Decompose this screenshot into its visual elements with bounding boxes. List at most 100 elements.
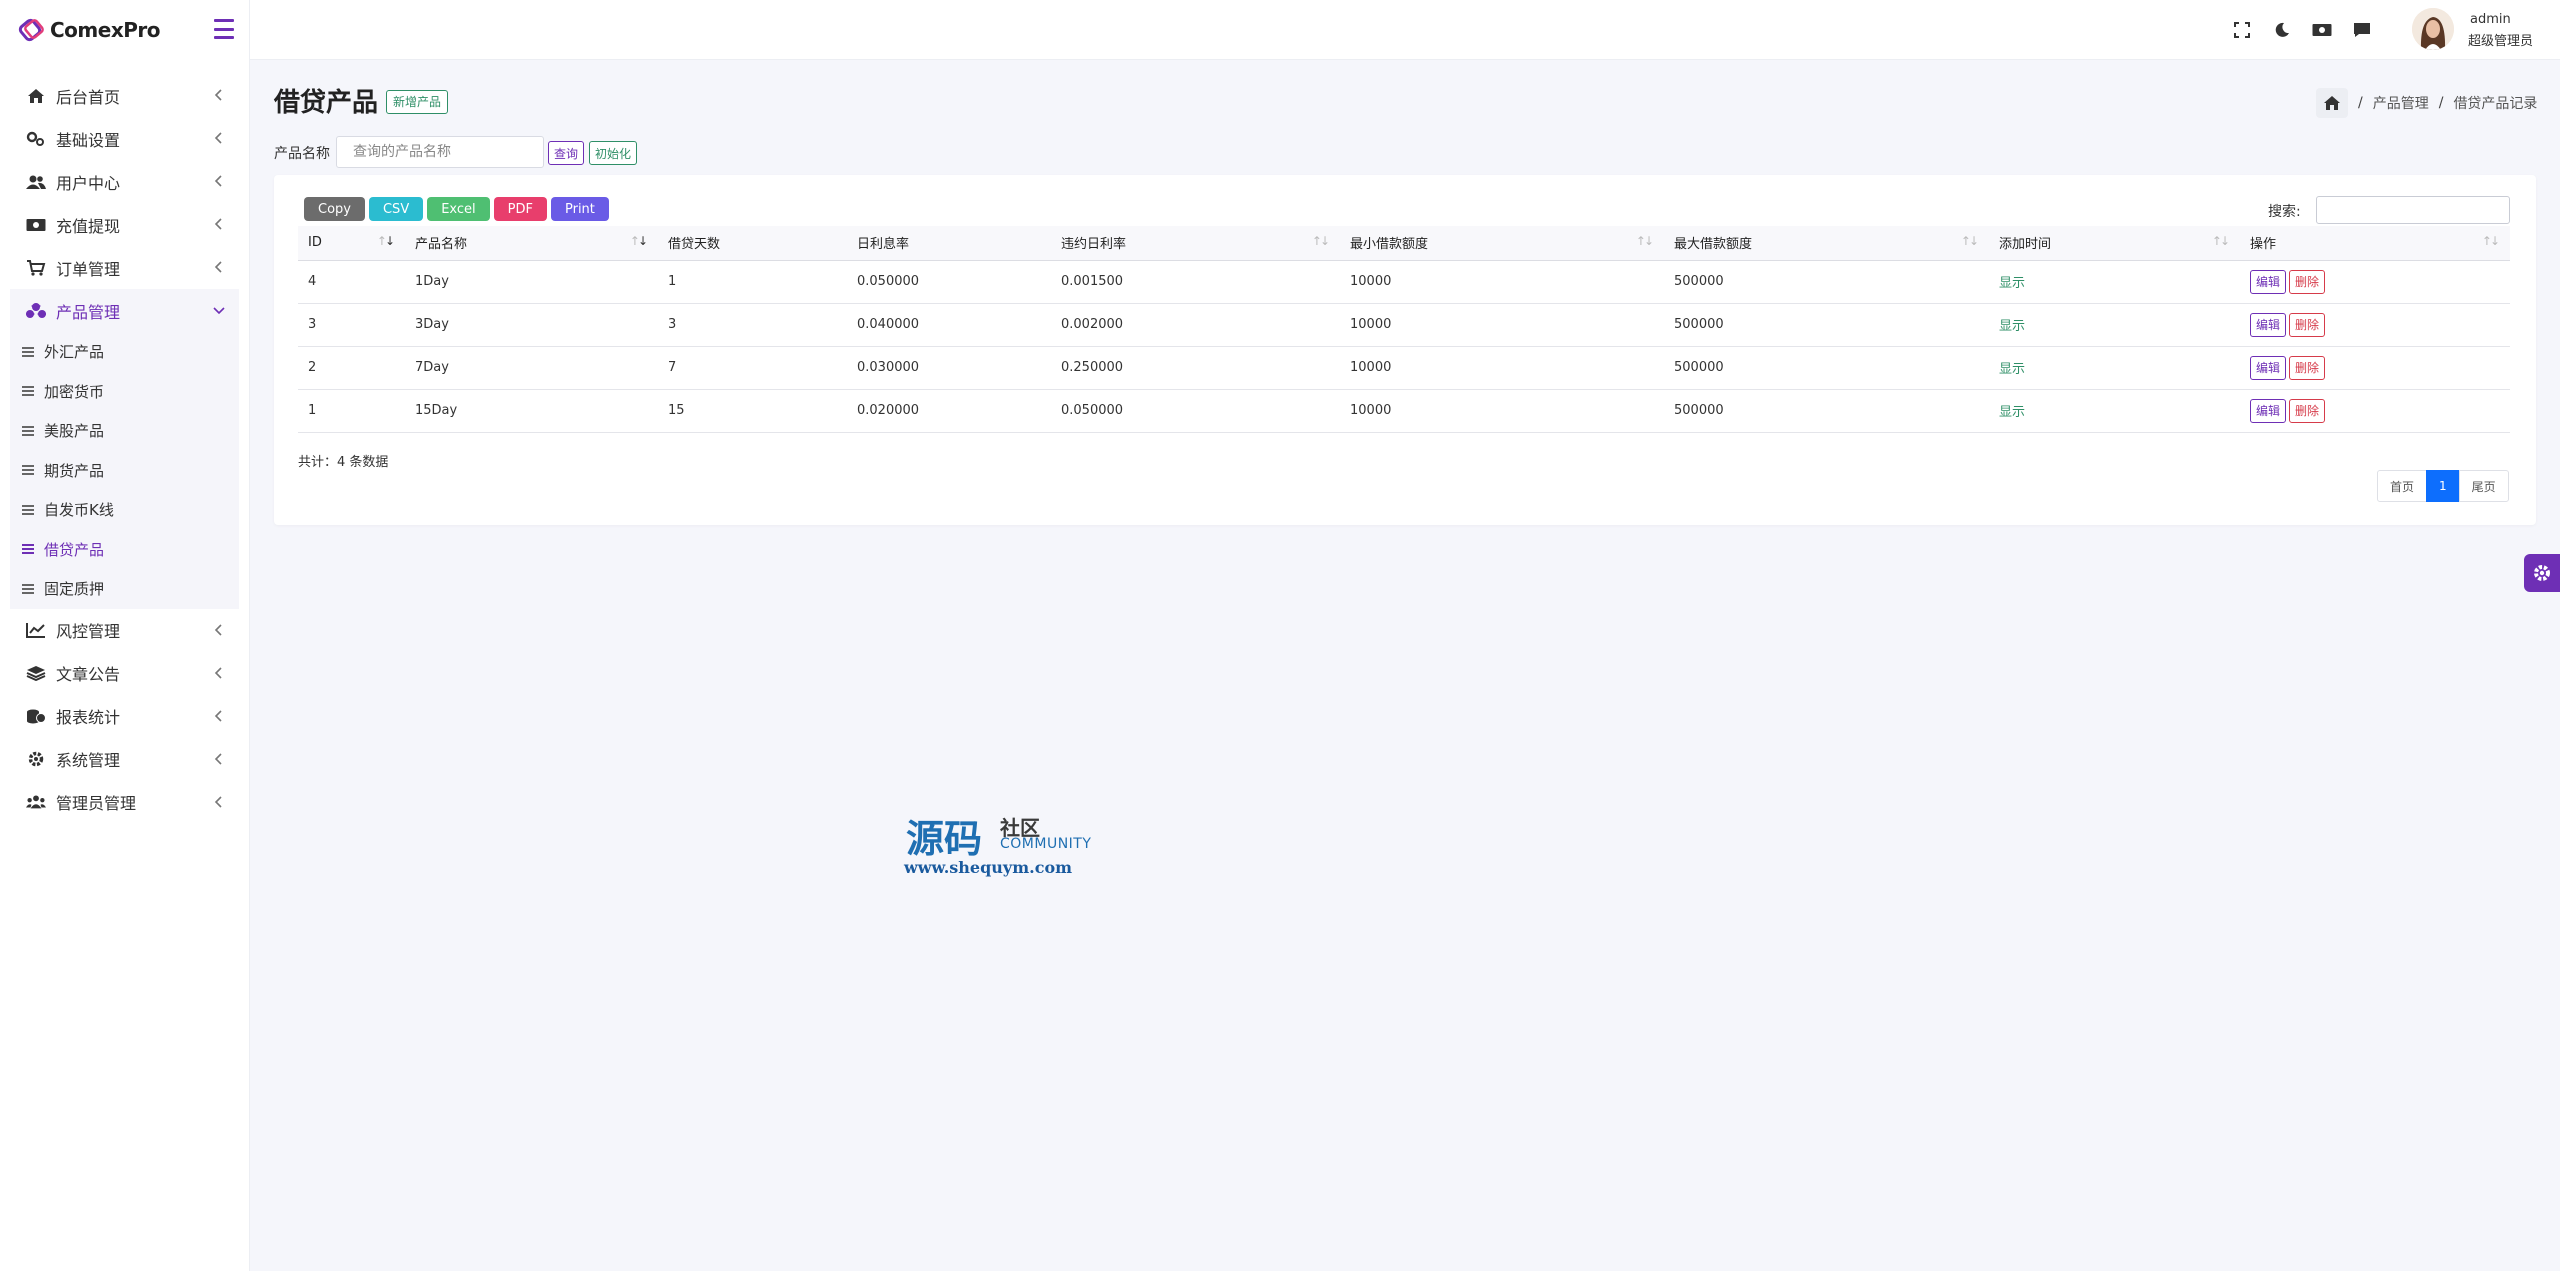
sidebar-item-articles[interactable]: 文章公告 [0, 652, 249, 695]
copy-button[interactable]: Copy [304, 197, 365, 221]
list-icon [22, 346, 34, 357]
sidebar-subitem-futures[interactable]: 期货产品 [10, 451, 239, 491]
column-header-name[interactable]: 产品名称 ↑↓ [405, 226, 658, 261]
sort-icon[interactable]: ↑↓ [377, 234, 395, 248]
sidebar-item-label: 管理员管理 [56, 794, 137, 813]
sidebar-item-reports[interactable]: 报表统计 [0, 695, 249, 738]
money-bill-icon[interactable] [2312, 20, 2332, 40]
sidebar-subitem-us-stocks[interactable]: 美股产品 [10, 411, 239, 451]
cell-name: 3Day [405, 303, 658, 347]
sidebar-item-products[interactable]: 产品管理 [10, 289, 239, 332]
column-header-actions[interactable]: 操作 ↑↓ [2240, 226, 2510, 261]
chevron-left-icon [214, 709, 222, 722]
sidebar-item-label: 风控管理 [56, 622, 121, 641]
column-header-penalty[interactable]: 违约日利率 ↑↓ [1051, 226, 1340, 261]
sort-icon[interactable]: ↑↓ [1961, 234, 1979, 248]
home-icon[interactable] [2316, 88, 2348, 118]
column-header-added-time[interactable]: 添加时间 ↑↓ [1989, 226, 2240, 261]
cell-name: 7Day [405, 346, 658, 390]
column-header-min[interactable]: 最小借款额度 ↑↓ [1340, 226, 1664, 261]
cell-days: 1 [658, 260, 847, 304]
csv-button[interactable]: CSV [368, 197, 424, 221]
sidebar-subitem-label: 加密货币 [44, 382, 105, 401]
coins-icon [26, 707, 46, 725]
chevron-left-icon [214, 89, 222, 101]
edit-button[interactable]: 编辑 [2250, 355, 2287, 380]
fullscreen-icon[interactable] [2232, 20, 2252, 40]
cell-max: 500000 [1664, 346, 1989, 390]
delete-button[interactable]: 删除 [2289, 355, 2326, 380]
sidebar-item-system[interactable]: 系统管理 [0, 738, 249, 781]
cell-id: 2 [298, 346, 405, 390]
list-icon [22, 425, 34, 436]
query-button[interactable]: 查询 [548, 141, 585, 165]
brand-logo-icon [18, 16, 46, 44]
column-header-days[interactable]: 借贷天数 [658, 226, 847, 261]
cell-max: 500000 [1664, 260, 1989, 304]
message-icon[interactable] [2352, 20, 2372, 40]
delete-button[interactable]: 删除 [2289, 312, 2326, 337]
cell-actions: 编辑 删除 [2240, 260, 2510, 304]
edit-button[interactable]: 编辑 [2250, 312, 2287, 337]
product-name-input[interactable] [336, 136, 544, 168]
cell-rate: 0.030000 [847, 346, 1051, 390]
page-button-current[interactable]: 1 [2426, 470, 2460, 502]
table-row: 4 1Day 1 0.050000 0.001500 10000 500000 … [298, 260, 2510, 304]
sidebar-subitem-own-coin-kline[interactable]: 自发币K线 [10, 490, 239, 530]
sidebar-item-dashboard[interactable]: 后台首页 [0, 74, 249, 117]
sort-icon[interactable]: ↑↓ [2482, 234, 2500, 248]
edit-button[interactable]: 编辑 [2250, 398, 2287, 423]
sidebar-item-label: 订单管理 [56, 259, 121, 279]
sidebar-item-admins[interactable]: 管理员管理 [0, 781, 249, 824]
add-product-button[interactable]: 新增产品 [386, 90, 449, 114]
edit-button[interactable]: 编辑 [2250, 269, 2287, 294]
sidebar-item-label: 报表统计 [56, 708, 121, 727]
sidebar-item-recharge[interactable]: 充值提现 [0, 203, 249, 246]
sort-icon[interactable]: ↑↓ [1312, 234, 1330, 248]
menu-toggle-icon[interactable] [214, 19, 234, 39]
column-header-label: 产品名称 [415, 237, 468, 253]
breadcrumb-item-products[interactable]: 产品管理 [2373, 93, 2429, 113]
sidebar-subitem-forex[interactable]: 外汇产品 [10, 332, 239, 372]
dark-mode-moon-icon[interactable] [2272, 20, 2292, 40]
chevron-left-icon [214, 752, 222, 765]
delete-button[interactable]: 删除 [2289, 269, 2326, 294]
column-header-id[interactable]: ID ↑↓ [298, 226, 405, 261]
pdf-button[interactable]: PDF [493, 197, 547, 221]
print-button[interactable]: Print [550, 197, 609, 221]
column-header-rate[interactable]: 日利息率 [847, 226, 1051, 261]
cell-status: 显示 [1989, 346, 2240, 390]
sidebar-item-risk-control[interactable]: 风控管理 [0, 609, 249, 652]
sort-icon[interactable]: ↑↓ [2212, 234, 2230, 248]
search-input[interactable] [2316, 196, 2510, 224]
cell-min: 10000 [1340, 389, 1664, 433]
watermark-text: COMMUNITY [1000, 836, 1092, 852]
avatar[interactable] [2412, 8, 2454, 50]
column-header-label: 违约日利率 [1061, 237, 1127, 253]
delete-button[interactable]: 删除 [2289, 398, 2326, 423]
reset-button[interactable]: 初始化 [589, 141, 638, 165]
sidebar-item-basic-settings[interactable]: 基础设置 [0, 117, 249, 160]
cell-min: 10000 [1340, 260, 1664, 304]
breadcrumb: / 产品管理 / 借贷产品记录 [2316, 88, 2537, 118]
column-header-max[interactable]: 最大借款额度 ↑↓ [1664, 226, 1989, 261]
table-row: 2 7Day 7 0.030000 0.250000 10000 500000 … [298, 346, 2510, 390]
list-icon [22, 504, 34, 515]
brand[interactable]: ComexPro [0, 0, 249, 60]
cell-rate: 0.040000 [847, 303, 1051, 347]
last-page-button[interactable]: 尾页 [2458, 470, 2509, 502]
sidebar-subitem-fixed-staking[interactable]: 固定质押 [10, 569, 239, 609]
cell-actions: 编辑 删除 [2240, 389, 2510, 433]
cell-penalty: 0.001500 [1051, 260, 1340, 304]
sidebar-subitem-crypto[interactable]: 加密货币 [10, 372, 239, 412]
sort-icon[interactable]: ↑↓ [630, 234, 648, 248]
excel-button[interactable]: Excel [427, 197, 490, 221]
sidebar-subitem-loan-products[interactable]: 借贷产品 [10, 530, 239, 570]
first-page-button[interactable]: 首页 [2377, 470, 2428, 502]
gear-icon [26, 750, 46, 768]
theme-settings-gear-icon[interactable] [2524, 554, 2560, 592]
sort-icon[interactable]: ↑↓ [1636, 234, 1654, 248]
cell-status: 显示 [1989, 389, 2240, 433]
sidebar-item-orders[interactable]: 订单管理 [0, 246, 249, 289]
sidebar-item-user-center[interactable]: 用户中心 [0, 160, 249, 203]
